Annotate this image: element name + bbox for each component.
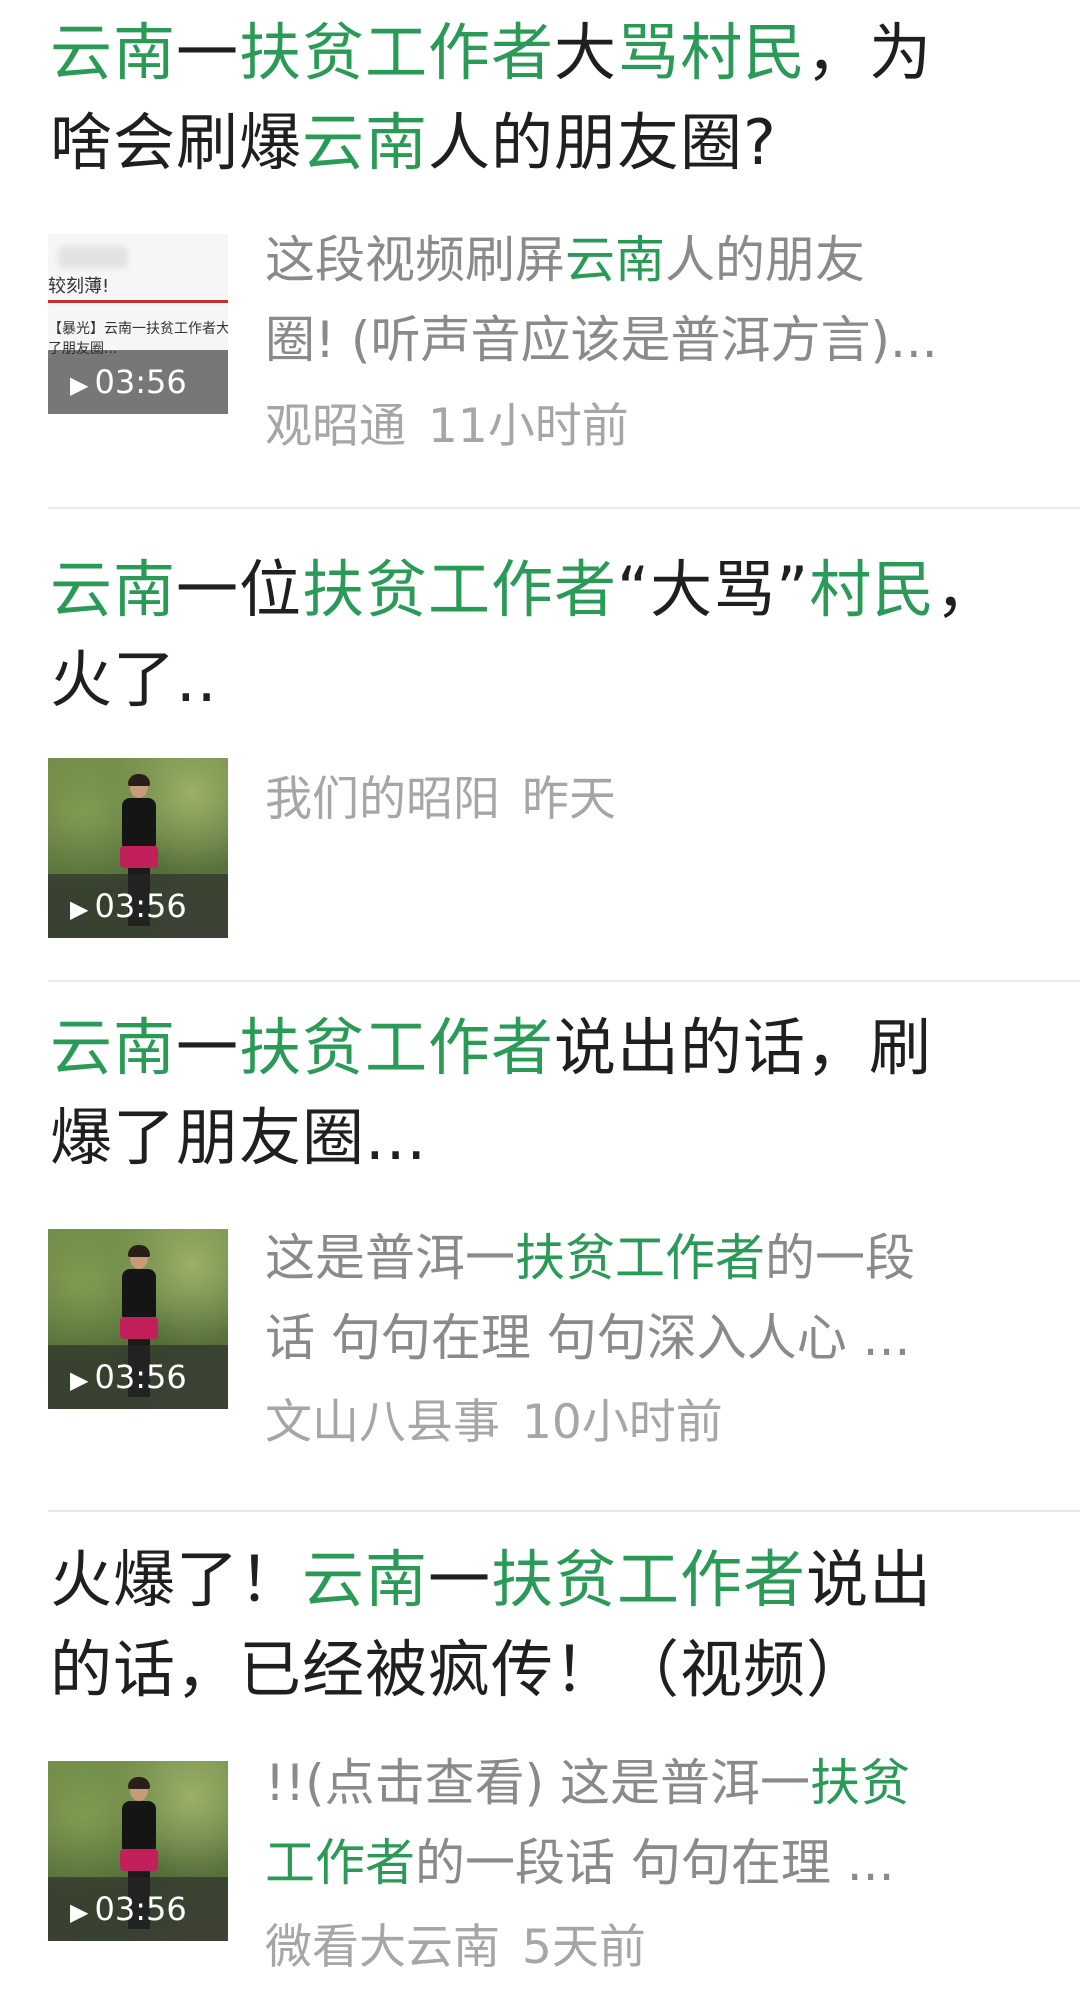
thumb-text-line: 较刻薄! — [48, 276, 110, 297]
highlighted-keyword: 扶贫工作者 — [515, 1229, 765, 1287]
publish-time: 10小时前 — [522, 1395, 723, 1450]
highlighted-keyword: 扶贫工作者 — [239, 16, 555, 89]
result-title[interactable]: 云南一位扶贫工作者“大骂”村民， 火了.. — [50, 545, 1010, 725]
source-name[interactable]: 我们的昭阳 — [265, 772, 500, 827]
video-thumbnail[interactable]: ▶ 03:56 — [48, 758, 228, 938]
play-icon: ▶ — [70, 895, 89, 923]
highlighted-keyword: 扶贫 — [810, 1754, 910, 1812]
publish-time: 昨天 — [522, 772, 616, 827]
divider — [48, 980, 1080, 982]
highlighted-keyword: 云南 — [50, 16, 177, 89]
highlighted-keyword: 扶贫工作者 — [239, 1011, 555, 1084]
text-segment: 的一段话 句句在理 ... — [415, 1834, 895, 1892]
result-title[interactable]: 云南一扶贫工作者说出的话，刷爆了朋友圈... — [50, 1003, 1010, 1183]
text-segment: ， — [935, 553, 999, 626]
text-segment: 一 — [176, 1011, 240, 1084]
highlighted-keyword: 工作者 — [265, 1834, 415, 1892]
result-meta: 微看大云南 5天前 — [265, 1913, 646, 1983]
result-description: !!(点击查看) 这是普洱一扶贫工作者的一段话 句句在理 ... — [265, 1743, 1025, 1903]
duration-text: 03:56 — [94, 1358, 187, 1396]
thumb-text-line: 【暴光】云南一扶贫工作者大 — [48, 321, 228, 337]
duration-text: 03:56 — [94, 1890, 187, 1928]
highlighted-keyword: 云南 — [50, 553, 177, 626]
source-name[interactable]: 文山八县事 — [265, 1395, 500, 1450]
video-thumbnail[interactable]: ▶ 03:56 — [48, 1229, 228, 1409]
result-meta: 观昭通 11小时前 — [265, 392, 629, 462]
text-segment: 这是普洱一 — [265, 1229, 515, 1287]
result-description: 这是普洱一扶贫工作者的一段话 句句在理 句句深入人心 ... — [265, 1218, 1025, 1378]
publish-time: 5天前 — [522, 1920, 646, 1975]
video-duration: ▶ 03:56 — [48, 1877, 228, 1941]
video-duration: ▶ 03:56 — [48, 874, 228, 938]
text-segment: !!(点击查看) 这是普洱一 — [265, 1754, 810, 1812]
video-duration: ▶ 03:56 — [48, 1345, 228, 1409]
text-segment: 人的朋友圈? — [428, 106, 777, 179]
text-segment: 火了.. — [50, 643, 218, 716]
video-thumbnail[interactable]: 较刻薄! 【暴光】云南一扶贫工作者大 了朋友圈... ▶ 03:56 — [48, 234, 228, 414]
text-segment: 一位 — [176, 553, 303, 626]
text-segment: 啥会刷爆 — [50, 106, 303, 179]
text-segment: 说出的话，刷 — [554, 1011, 933, 1084]
source-name[interactable]: 观昭通 — [265, 399, 406, 454]
text-segment: 大 — [554, 16, 618, 89]
thumb-divider — [48, 300, 228, 303]
search-results-feed: 云南一扶贫工作者大骂村民，为 啥会刷爆云南人的朋友圈? 较刻薄! 【暴光】云南一扶… — [0, 0, 1080, 1993]
text-segment: “大骂” — [617, 553, 810, 626]
text-segment: 的话，已经被疯传！（视频） — [50, 1633, 870, 1706]
highlighted-keyword: 骂村民 — [617, 16, 807, 89]
result-description: 这段视频刷屏云南人的朋友圈! (听声音应该是普洱方言)... — [265, 220, 1025, 380]
play-icon: ▶ — [70, 1366, 89, 1394]
text-segment: 圈! (听声音应该是普洱方言)... — [265, 311, 938, 369]
divider — [48, 1510, 1080, 1512]
search-result-item[interactable]: 云南一扶贫工作者大骂村民，为 啥会刷爆云南人的朋友圈? 较刻薄! 【暴光】云南一扶… — [0, 0, 1080, 454]
text-segment: 的一段 — [765, 1229, 915, 1287]
text-segment: 火爆了！ — [50, 1543, 303, 1616]
blurred-region — [58, 246, 128, 268]
search-result-item[interactable]: 火爆了！云南一扶贫工作者说出 的话，已经被疯传！（视频） ▶ 03:56 !!(点击… — [0, 1513, 1080, 1993]
divider — [48, 507, 1080, 509]
highlighted-keyword: 村民 — [809, 553, 936, 626]
highlighted-keyword: 扶贫工作者 — [302, 553, 618, 626]
text-segment: 爆了朋友圈... — [50, 1101, 428, 1174]
source-name[interactable]: 微看大云南 — [265, 1920, 500, 1975]
highlighted-keyword: 云南 — [302, 106, 429, 179]
text-segment: 说出 — [806, 1543, 933, 1616]
publish-time: 11小时前 — [428, 399, 629, 454]
text-segment: 人的朋友 — [665, 231, 865, 289]
result-meta: 文山八县事 10小时前 — [265, 1388, 723, 1458]
video-duration: ▶ 03:56 — [48, 350, 228, 414]
highlighted-keyword: 云南 — [50, 1011, 177, 1084]
highlighted-keyword: 扶贫工作者 — [491, 1543, 807, 1616]
text-segment: 一 — [176, 16, 240, 89]
text-segment: 一 — [428, 1543, 492, 1616]
duration-text: 03:56 — [94, 363, 187, 401]
text-segment: ，为 — [806, 16, 933, 89]
duration-text: 03:56 — [94, 887, 187, 925]
play-icon: ▶ — [70, 371, 89, 399]
text-segment: 这段视频刷屏 — [265, 231, 565, 289]
search-result-item[interactable]: 云南一位扶贫工作者“大骂”村民， 火了.. ▶ 03:56 我们的昭阳 昨天 — [0, 510, 1080, 980]
highlighted-keyword: 云南 — [302, 1543, 429, 1616]
result-meta: 我们的昭阳 昨天 — [265, 765, 616, 835]
text-segment: 话 句句在理 句句深入人心 ... — [265, 1309, 911, 1367]
highlighted-keyword: 云南 — [565, 231, 665, 289]
search-result-item[interactable]: 云南一扶贫工作者说出的话，刷 爆了朋友圈... ▶ 03:56 这是普洱一扶贫工作者… — [0, 983, 1080, 1508]
result-title[interactable]: 火爆了！云南一扶贫工作者说出的话，已经被疯传！（视频） — [50, 1535, 1010, 1715]
video-thumbnail[interactable]: ▶ 03:56 — [48, 1761, 228, 1941]
play-icon: ▶ — [70, 1898, 89, 1926]
result-title[interactable]: 云南一扶贫工作者大骂村民，为 啥会刷爆云南人的朋友圈? — [50, 8, 1010, 188]
